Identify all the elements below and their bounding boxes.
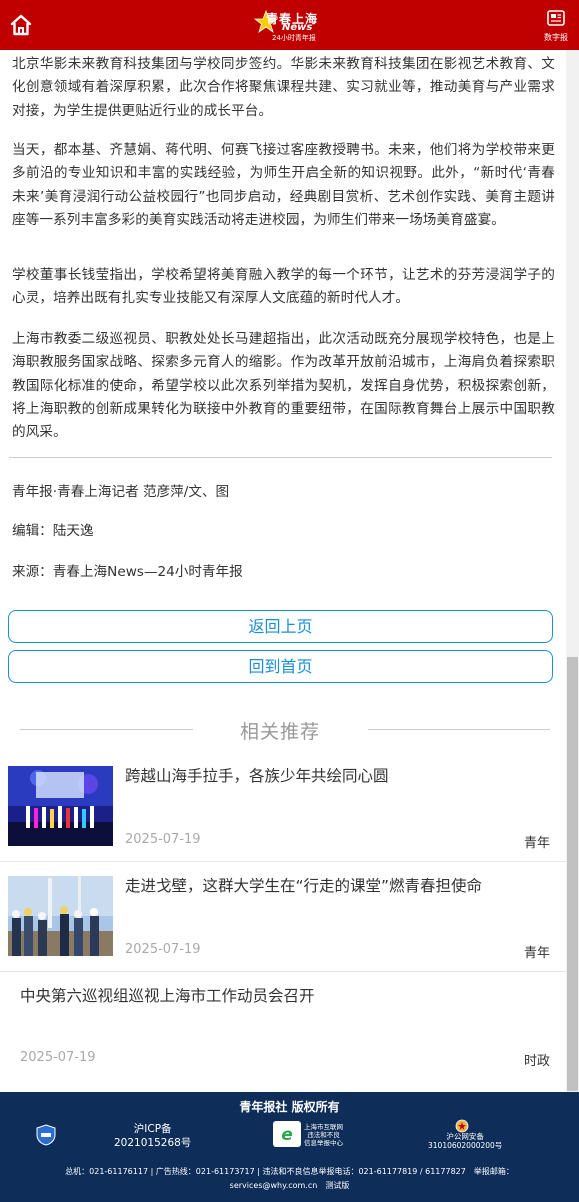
heading-line-right [368, 729, 550, 730]
related-title: 相关推荐 [240, 721, 321, 743]
police-line1: 沪公网安备 [446, 1132, 484, 1141]
article-paragraph: 上海市教委二级巡视员、职教处处长马建超指出，此次活动既充分展现学校特色，也是上海… [12, 331, 555, 441]
back-button[interactable]: 返回上页 [8, 610, 553, 643]
related-item-category: 青年 [523, 946, 550, 961]
related-item-title[interactable]: 中央第六巡视组巡视上海市工作动员会召开 [20, 985, 315, 1007]
article-paragraph: 当天，都本基、齐慧娟、蒋代明、何赛飞接过客座教授聘书。未来，他们将为学校带来更多… [12, 142, 555, 228]
footer-icp-line2: 2021015268号 [114, 1137, 192, 1149]
article-paragraph: 学校董事长钱莹指出，学校希望将美育融入教学的每一个环节，让艺术的芬芳浸润学子的心… [12, 267, 555, 307]
top-header-bar: 青春上海 News 24小时青年报 数字报 [0, 0, 579, 50]
footer-contact-line1: 总机：021-61176117 | 广告热线：021-61173717 | 违法… [65, 1167, 514, 1176]
heading-line-left [20, 729, 193, 730]
related-item-title[interactable]: 走进戈壁，这群大学生在“行走的课堂”燃青春担使命 [125, 875, 482, 897]
article-paragraph: 北京华影未来教育科技集团与学校同步签约。华影未来教育科技集团在影视艺术教育、文化… [12, 56, 555, 119]
logo-subtitle: 24小时青年报 [272, 34, 316, 42]
footer-report-center[interactable]: 上海市互联网 违法和不良 信息举报中心 [304, 1123, 343, 1147]
report-center-icon[interactable]: e [272, 1120, 302, 1148]
footer-copyright: 青年报社 版权所有 [239, 1100, 340, 1114]
article-editor: 编辑：陆天逸 [12, 523, 94, 539]
digital-paper-label: 数字报 [544, 33, 568, 42]
related-item[interactable]: 走进戈壁，这群大学生在“行走的课堂”燃青春担使命 2025-07-19 青年 [0, 862, 566, 972]
footer-police-record[interactable]: 沪公网安备 31010602000200号 [428, 1132, 502, 1150]
related-item[interactable]: 中央第六巡视组巡视上海市工作动员会召开 2025-07-19 时政 [0, 972, 566, 1084]
home-icon[interactable] [9, 14, 33, 36]
site-logo[interactable]: 青春上海 News 24小时青年报 [252, 8, 332, 42]
related-item-date: 2025-07-19 [125, 832, 201, 847]
newspaper-icon [547, 10, 565, 26]
related-heading: 相关推荐 [0, 716, 566, 744]
report-line2: 违法和不良 [307, 1131, 340, 1139]
footer-icp[interactable]: 沪ICP备 2021015268号 [114, 1122, 191, 1150]
related-item-image [8, 766, 113, 846]
digital-paper-button[interactable]: 数字报 [540, 10, 572, 44]
scrollbar-thumb[interactable] [567, 657, 578, 1091]
footer-badge-icon [35, 1124, 57, 1150]
footer-icp-line1: 沪ICP备 [133, 1123, 172, 1135]
report-line1: 上海市互联网 [304, 1123, 343, 1131]
related-item-category: 时政 [523, 1054, 550, 1069]
footer-contact-line2: services@why.com.cn 测试版 [229, 1181, 350, 1190]
footer-contact: 总机：021-61176117 | 广告热线：021-61173717 | 违法… [0, 1165, 579, 1193]
related-item-image [8, 876, 113, 956]
related-item-title[interactable]: 跨越山海手拉手，各族少年共绘同心圆 [125, 765, 389, 787]
related-item[interactable]: 跨越山海手拉手，各族少年共绘同心圆 2025-07-19 青年 [0, 752, 566, 862]
report-line3: 信息举报中心 [304, 1139, 343, 1147]
svg-text:e: e [281, 1125, 293, 1145]
related-item-date: 2025-07-19 [125, 942, 201, 957]
related-item-date: 2025-07-19 [20, 1050, 96, 1065]
site-footer: 青年报社 版权所有 沪ICP备 2021015268号 e 上海市互联网 违法和… [0, 1092, 579, 1202]
police-line2: 31010602000200号 [428, 1141, 503, 1150]
article-byline: 青年报·青春上海记者 范彦萍/文、图 [12, 484, 230, 500]
logo-news: News [282, 22, 313, 33]
related-item-category: 青年 [523, 836, 550, 851]
article-divider [9, 457, 552, 458]
home-page-button[interactable]: 回到首页 [8, 650, 553, 683]
article-source: 来源：青春上海News—24小时青年报 [12, 564, 243, 580]
